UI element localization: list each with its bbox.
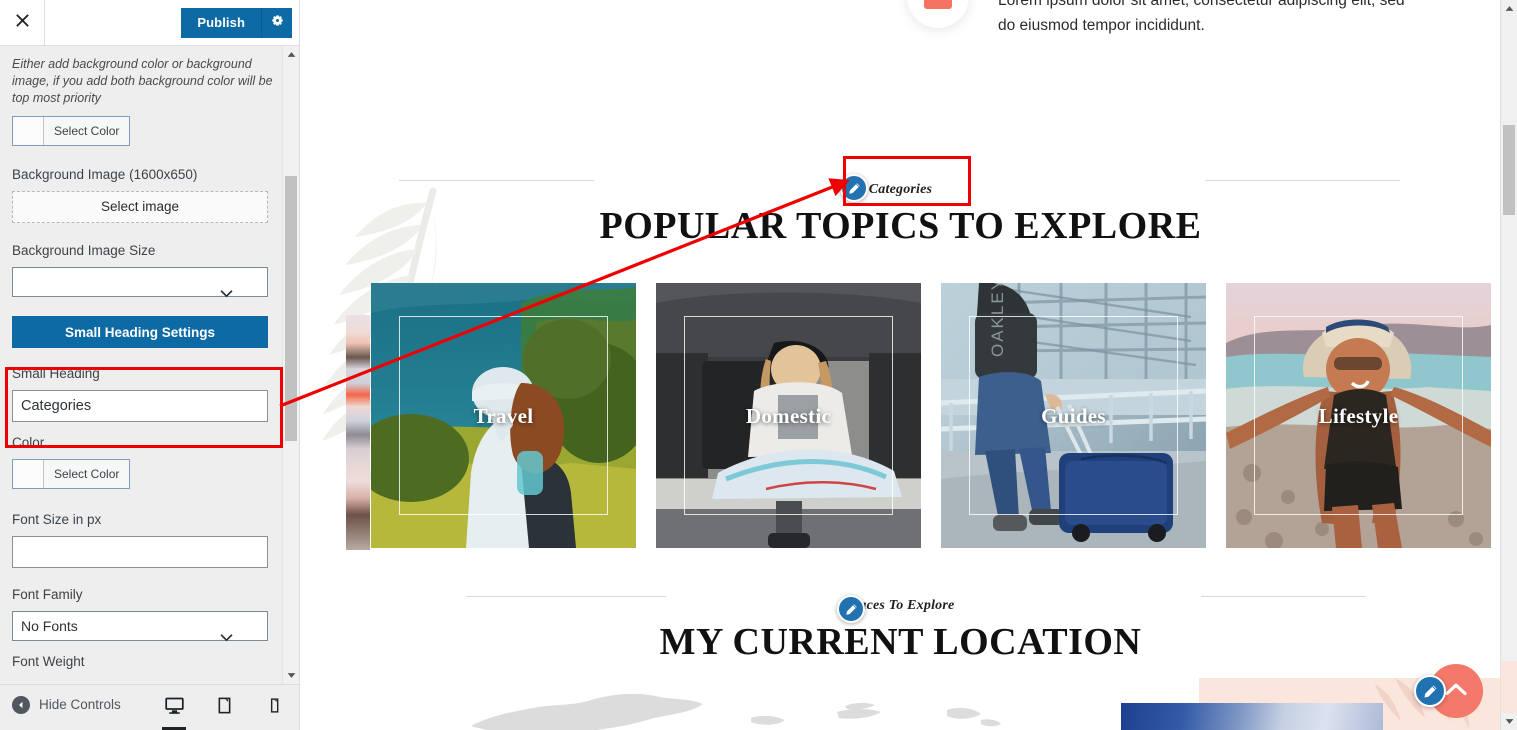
categories-small-heading-edit-icon[interactable]	[840, 174, 868, 202]
envelope-icon	[924, 0, 952, 9]
select-image-button[interactable]: Select image	[12, 191, 268, 223]
category-card-caption: Domestic	[745, 403, 832, 428]
sidebar-scroll-down-button[interactable]	[283, 667, 299, 684]
heading-rule-left	[399, 180, 594, 181]
small-heading-group: Small Heading	[12, 365, 288, 422]
font-size-input[interactable]	[12, 536, 268, 568]
font-family-label: Font Family	[12, 587, 83, 602]
hide-controls-label: Hide Controls	[39, 697, 121, 712]
color-label: Color	[12, 435, 45, 450]
hide-controls-button[interactable]: Hide Controls	[12, 696, 121, 714]
category-card-caption: Lifestyle	[1318, 403, 1399, 428]
publish-settings-button[interactable]	[261, 8, 292, 38]
feature-icon-circle	[907, 0, 969, 28]
heading-rule-right	[1201, 596, 1366, 597]
heading-color-swatch[interactable]	[13, 460, 44, 488]
browser-scrollbar[interactable]	[1500, 0, 1517, 730]
tablet-icon	[215, 696, 234, 720]
small-heading-settings-button[interactable]: Small Heading Settings	[12, 316, 268, 348]
category-card-caption: Travel	[473, 403, 534, 428]
categories-section-header: Categories POPULAR TOPICS TO EXPLORE	[301, 180, 1500, 250]
chevron-up-icon	[1445, 682, 1467, 701]
sidebar-scroll-up-button[interactable]	[283, 46, 299, 63]
category-card-domestic[interactable]: Domestic	[656, 283, 921, 548]
background-image-size-label: Background Image Size	[12, 243, 156, 258]
browser-scroll-down-button[interactable]	[1501, 713, 1517, 730]
svg-text:OAKLEY: OAKLEY	[988, 283, 1007, 357]
customizer-sidebar: Publish Either add background color or b…	[0, 0, 300, 730]
device-preview-switcher	[160, 694, 288, 730]
scroll-to-top-edit-icon[interactable]	[1414, 675, 1446, 707]
font-family-select[interactable]: No Fonts	[12, 611, 268, 642]
sidebar-header: Publish	[0, 0, 299, 46]
color-group: Color Select Color	[12, 434, 288, 493]
chevron-down-icon	[212, 623, 259, 651]
font-weight-label: Font Weight	[12, 654, 85, 669]
background-helper-text: Either add background color or backgroun…	[12, 57, 273, 105]
browser-scroll-up-button[interactable]	[1501, 0, 1517, 17]
font-family-group: Font Family No Fonts	[12, 586, 288, 642]
site-preview-frame[interactable]: Lorem ipsum dolor sit amet, consectetur …	[301, 0, 1500, 730]
preview-top-section: Lorem ipsum dolor sit amet, consectetur …	[301, 0, 1500, 46]
background-color-label: Select Color	[44, 117, 130, 145]
location-title: MY CURRENT LOCATION	[659, 621, 1142, 663]
device-tablet-button[interactable]	[210, 694, 238, 722]
background-image-size-select[interactable]	[12, 267, 268, 298]
small-heading-label: Small Heading	[12, 366, 100, 381]
heading-color-picker[interactable]: Select Color	[12, 459, 131, 489]
category-card-grid: Travel Domestic OAKLEY Guides Lifestyle	[301, 283, 1500, 548]
font-size-label: Font Size in px	[12, 512, 102, 527]
publish-button[interactable]: Publish	[181, 8, 261, 38]
chevron-left-icon	[12, 696, 30, 714]
desktop-icon	[164, 695, 185, 721]
location-small-heading: Places To Explore	[846, 598, 955, 613]
sidebar-scrollbar[interactable]	[282, 46, 299, 684]
background-image-size-group: Background Image Size	[12, 242, 288, 298]
heading-rule-left	[466, 596, 666, 597]
category-card-travel[interactable]: Travel	[371, 283, 636, 548]
device-desktop-button[interactable]	[160, 694, 188, 730]
gear-icon	[270, 13, 285, 33]
category-card-lifestyle[interactable]: Lifestyle	[1226, 283, 1491, 548]
sidebar-scroll-thumb[interactable]	[285, 176, 297, 441]
categories-title: POPULAR TOPICS TO EXPLORE	[599, 205, 1202, 247]
close-customizer-button[interactable]	[0, 0, 45, 45]
heading-rule-right	[1205, 180, 1400, 181]
background-color-swatch[interactable]	[13, 117, 44, 145]
close-icon	[15, 13, 30, 33]
sidebar-controls-panel[interactable]: Either add background color or backgroun…	[0, 46, 299, 684]
chevron-down-icon	[212, 279, 259, 307]
background-color-picker[interactable]: Select Color	[12, 116, 131, 146]
scrollbar-pink-band	[1501, 661, 1517, 713]
heading-color-label: Select Color	[44, 460, 130, 488]
category-card-guides[interactable]: OAKLEY Guides	[941, 283, 1206, 548]
background-image-label: Background Image (1600x650)	[12, 167, 198, 182]
location-section-header: Places To Explore MY CURRENT LOCATION	[301, 596, 1500, 666]
category-card-caption: Guides	[1041, 403, 1106, 428]
location-sky-photo	[1121, 703, 1383, 730]
location-small-heading-edit-icon[interactable]	[837, 595, 865, 623]
publish-group: Publish	[181, 8, 292, 38]
sidebar-footer: Hide Controls	[0, 684, 299, 730]
customizer-screen: Publish Either add background color or b…	[0, 0, 1517, 730]
browser-scroll-thumb[interactable]	[1503, 125, 1515, 215]
world-map-watermark	[441, 690, 1061, 730]
small-heading-input[interactable]	[12, 390, 268, 422]
feature-paragraph: Lorem ipsum dolor sit amet, consectetur …	[998, 0, 1405, 34]
mobile-icon	[266, 697, 283, 719]
background-image-group: Background Image (1600x650) Select image	[12, 166, 288, 223]
font-size-group: Font Size in px	[12, 511, 288, 568]
device-mobile-button[interactable]	[260, 694, 288, 722]
categories-small-heading: Categories	[868, 182, 933, 197]
